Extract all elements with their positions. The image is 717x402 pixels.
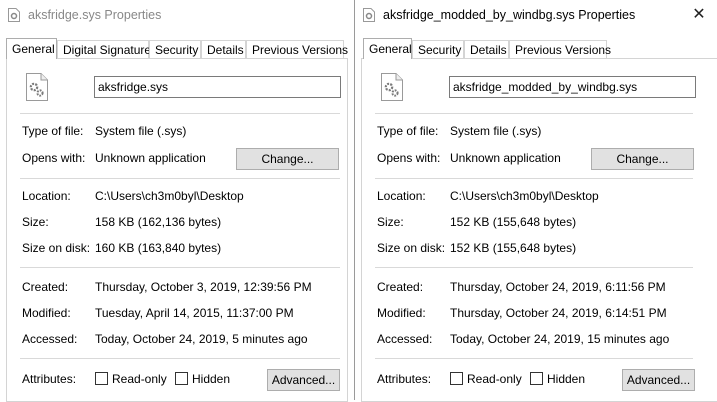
separator (20, 178, 340, 179)
read-only-checkbox[interactable] (95, 372, 108, 385)
general-panel (6, 58, 348, 402)
hidden-label[interactable]: Hidden (192, 372, 230, 386)
hidden-label[interactable]: Hidden (547, 372, 585, 386)
gear-file-icon (381, 73, 403, 101)
size-on-disk-label: Size on disk: (22, 241, 91, 255)
read-only-label[interactable]: Read-only (467, 372, 522, 386)
type-of-file-label: Type of file: (22, 124, 84, 138)
opens-with-label: Opens with: (377, 151, 441, 165)
separator (20, 113, 340, 114)
close-icon[interactable]: ✕ (681, 0, 717, 30)
tab-details[interactable]: Details (464, 40, 509, 58)
separator (375, 113, 693, 114)
opens-with-label: Opens with: (22, 151, 86, 165)
tab-security[interactable]: Security (412, 40, 464, 58)
modified-label: Modified: (377, 306, 426, 320)
tab-security[interactable]: Security (149, 40, 201, 58)
size-value: 158 KB (162,136 bytes) (95, 215, 222, 229)
system-file-icon (8, 8, 20, 22)
accessed-label: Accessed: (377, 332, 433, 346)
tab-general[interactable]: General (6, 38, 57, 59)
type-of-file-value: System file (.sys) (95, 124, 187, 138)
size-on-disk-value: 160 KB (163,840 bytes) (95, 241, 222, 255)
general-panel (361, 58, 717, 402)
location-value: C:\Users\ch3m0byl\Desktop (450, 189, 599, 203)
created-label: Created: (377, 280, 424, 294)
modified-label: Modified: (22, 306, 71, 320)
tab-digital-signatures[interactable]: Digital Signatures (57, 40, 157, 58)
tab-previous-versions[interactable]: Previous Versions (246, 40, 348, 58)
hidden-checkbox[interactable] (530, 372, 543, 385)
filename-field[interactable]: aksfridge.sys (94, 76, 341, 98)
separator (375, 358, 693, 359)
gear-file-icon (26, 73, 48, 101)
accessed-value: Today, October 24, 2019, 5 minutes ago (95, 332, 308, 346)
attributes-label: Attributes: (377, 372, 432, 386)
separator (20, 267, 340, 268)
separator (375, 267, 693, 268)
advanced-button[interactable]: Advanced... (622, 369, 695, 391)
change-button[interactable]: Change... (591, 148, 694, 170)
opens-with-value: Unknown application (450, 151, 561, 165)
size-on-disk-label: Size on disk: (377, 241, 446, 255)
window-title: aksfridge.sys Properties (28, 8, 162, 22)
title-bar[interactable]: aksfridge_modded_by_windbg.sys Propertie… (355, 0, 717, 30)
type-of-file-label: Type of file: (377, 124, 439, 138)
read-only-label[interactable]: Read-only (112, 372, 167, 386)
opens-with-value: Unknown application (95, 151, 206, 165)
hidden-checkbox[interactable] (175, 372, 188, 385)
change-button[interactable]: Change... (236, 148, 339, 170)
modified-value: Tuesday, April 14, 2015, 11:37:00 PM (95, 306, 294, 320)
properties-window-right: aksfridge_modded_by_windbg.sys Propertie… (354, 0, 717, 402)
type-of-file-value: System file (.sys) (450, 124, 542, 138)
tab-previous-versions[interactable]: Previous Versions (509, 40, 611, 58)
created-value: Thursday, October 3, 2019, 12:39:56 PM (95, 280, 312, 294)
tab-details[interactable]: Details (201, 40, 246, 58)
window-title: aksfridge_modded_by_windbg.sys Propertie… (383, 8, 636, 22)
size-on-disk-value: 152 KB (155,648 bytes) (450, 241, 577, 255)
read-only-checkbox[interactable] (450, 372, 463, 385)
created-label: Created: (22, 280, 69, 294)
system-file-icon (363, 8, 375, 22)
advanced-button[interactable]: Advanced... (267, 369, 340, 391)
separator (375, 178, 693, 179)
title-bar[interactable]: aksfridge.sys Properties (0, 0, 354, 30)
size-label: Size: (22, 215, 49, 229)
size-label: Size: (377, 215, 404, 229)
size-value: 152 KB (155,648 bytes) (450, 215, 577, 229)
accessed-value: Today, October 24, 2019, 15 minutes ago (450, 332, 670, 346)
created-value: Thursday, October 24, 2019, 6:11:56 PM (450, 280, 666, 294)
attributes-label: Attributes: (22, 372, 77, 386)
modified-value: Thursday, October 24, 2019, 6:14:51 PM (450, 306, 667, 320)
location-label: Location: (22, 189, 71, 203)
separator (20, 358, 340, 359)
tab-general[interactable]: General (363, 38, 412, 59)
properties-window-left: aksfridge.sys Properties General Digital… (0, 0, 354, 402)
location-value: C:\Users\ch3m0byl\Desktop (95, 189, 244, 203)
accessed-label: Accessed: (22, 332, 78, 346)
location-label: Location: (377, 189, 426, 203)
filename-field[interactable]: aksfridge_modded_by_windbg.sys (449, 76, 696, 98)
